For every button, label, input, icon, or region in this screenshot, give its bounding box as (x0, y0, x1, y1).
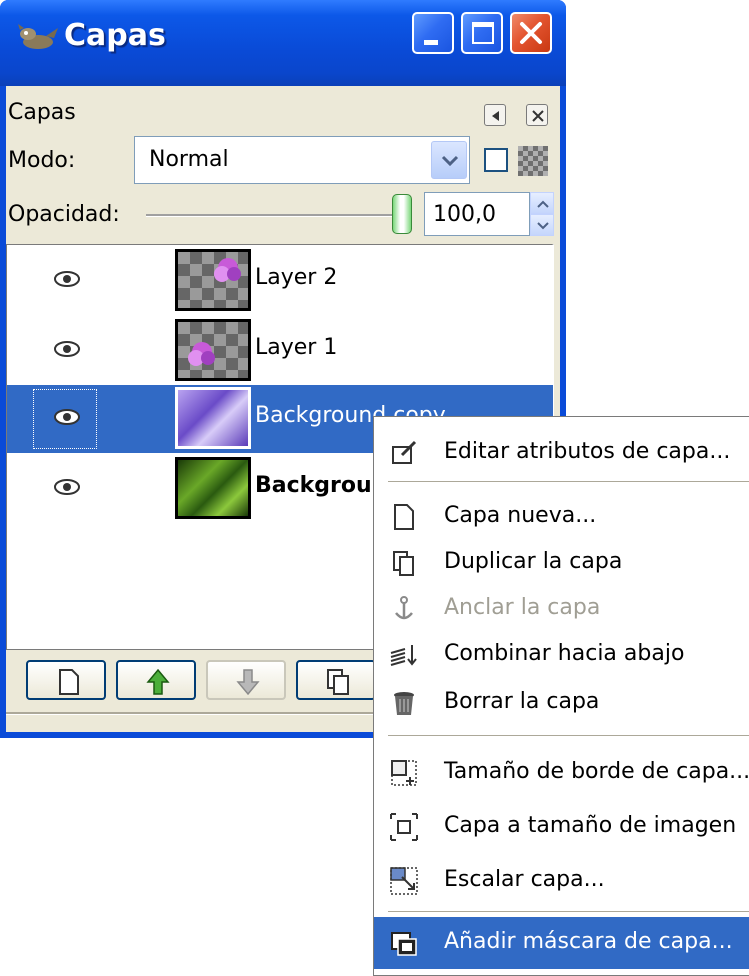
menu-item-merge-down[interactable]: Combinar hacia abajo (374, 629, 749, 681)
menu-item-label: Tamaño de borde de capa... (444, 759, 749, 784)
minimize-button[interactable] (412, 12, 454, 54)
title-bar[interactable]: Capas (0, 0, 566, 86)
opacity-spinner[interactable] (530, 192, 554, 236)
layer-row[interactable]: Layer 1 (7, 317, 553, 385)
flower-thumbnail (214, 258, 241, 282)
anchor-icon (395, 596, 413, 620)
dock-close-button[interactable] (526, 104, 548, 126)
new-layer-icon (394, 504, 414, 530)
keep-transparency-checkbox[interactable] (484, 148, 508, 172)
layer-thumbnail (175, 249, 251, 311)
layer-name: Layer 2 (255, 265, 338, 290)
trash-icon (394, 692, 414, 715)
eye-icon[interactable] (53, 269, 81, 289)
eye-icon[interactable] (53, 477, 81, 497)
mode-label: Modo: (8, 148, 76, 173)
lower-layer-button[interactable] (206, 660, 286, 700)
menu-item-label: Editar atributos de capa... (444, 439, 731, 464)
menu-item-label: Duplicar la capa (444, 549, 623, 574)
raise-layer-button[interactable] (116, 660, 196, 700)
dock-menu-button[interactable] (484, 104, 506, 126)
raise-layer-icon (146, 668, 170, 695)
maximize-button[interactable] (461, 12, 503, 54)
duplicate-layer-icon (327, 669, 349, 695)
menu-item-layer-boundary-size[interactable]: Tamaño de borde de capa... (374, 747, 749, 799)
opacity-value: 100,0 (433, 202, 496, 227)
menu-separator (388, 911, 749, 912)
menu-item-label: Capa nueva... (444, 503, 597, 528)
menu-separator (388, 735, 749, 736)
menu-item-edit-attributes[interactable]: Editar atributos de capa... (374, 427, 749, 479)
menu-item-label: Añadir máscara de capa... (444, 929, 733, 954)
menu-item-add-layer-mask[interactable]: Añadir máscara de capa... (374, 917, 749, 969)
close-icon (532, 110, 544, 122)
chevron-down-icon (441, 155, 459, 167)
menu-item-label: Borrar la capa (444, 689, 600, 714)
merge-down-icon (390, 645, 417, 666)
menu-item-label: Escalar capa... (444, 867, 605, 892)
spin-down-button[interactable] (530, 214, 554, 236)
window-title: Capas (64, 18, 166, 53)
chevron-up-icon (537, 200, 549, 208)
layer-thumbnail (175, 387, 251, 449)
layer-boundary-size-icon (391, 760, 417, 786)
menu-item-label: Anclar la capa (444, 595, 601, 620)
flower-thumbnail (188, 342, 215, 366)
menu-item-delete-layer[interactable]: Borrar la capa (374, 677, 749, 729)
duplicate-layer-icon (393, 551, 414, 576)
menu-item-new-layer[interactable]: Capa nueva... (374, 491, 749, 543)
layer-name: Layer 1 (255, 335, 338, 360)
menu-item-scale-layer[interactable]: Escalar capa... (374, 855, 749, 907)
add-layer-mask-icon (391, 932, 417, 956)
dialog-heading: Capas (8, 100, 76, 125)
eye-icon[interactable] (53, 339, 81, 359)
layer-to-image-size-icon (390, 813, 418, 841)
layer-context-menu: Editar atributos de capa... Capa nueva..… (373, 416, 749, 976)
menu-item-label: Capa a tamaño de imagen (444, 813, 737, 838)
layer-thumbnail (175, 319, 251, 381)
maximize-icon (472, 22, 494, 44)
spin-up-button[interactable] (530, 192, 554, 214)
opacity-slider-track[interactable] (146, 214, 402, 217)
scale-layer-icon (390, 867, 418, 895)
close-button[interactable] (510, 12, 552, 54)
mode-dropdown-button[interactable] (431, 141, 467, 179)
opacity-slider-thumb[interactable] (392, 194, 412, 234)
opacity-label: Opacidad: (8, 202, 120, 227)
close-icon (520, 22, 542, 44)
menu-item-duplicate-layer[interactable]: Duplicar la capa (374, 537, 749, 589)
menu-item-label: Combinar hacia abajo (444, 641, 685, 666)
layer-row[interactable]: Layer 2 (7, 247, 553, 315)
duplicate-layer-button[interactable] (296, 660, 376, 700)
menu-item-anchor-layer[interactable]: Anclar la capa (374, 583, 749, 635)
chevron-down-icon (537, 222, 549, 230)
mode-select[interactable]: Normal (134, 136, 470, 184)
menu-item-layer-to-image-size[interactable]: Capa a tamaño de imagen (374, 801, 749, 853)
layer-thumbnail (175, 457, 251, 519)
lock-alpha-icon (518, 146, 548, 176)
new-layer-icon (59, 669, 79, 695)
lower-layer-icon (236, 669, 260, 696)
eye-icon[interactable] (53, 407, 81, 427)
triangle-left-icon (492, 111, 499, 121)
gimp-app-icon (18, 24, 58, 49)
mode-value: Normal (149, 147, 229, 172)
new-layer-button[interactable] (26, 660, 106, 700)
minimize-icon (424, 40, 438, 45)
opacity-input[interactable]: 100,0 (424, 192, 530, 236)
edit-attributes-icon (392, 440, 417, 464)
menu-separator (388, 481, 749, 482)
